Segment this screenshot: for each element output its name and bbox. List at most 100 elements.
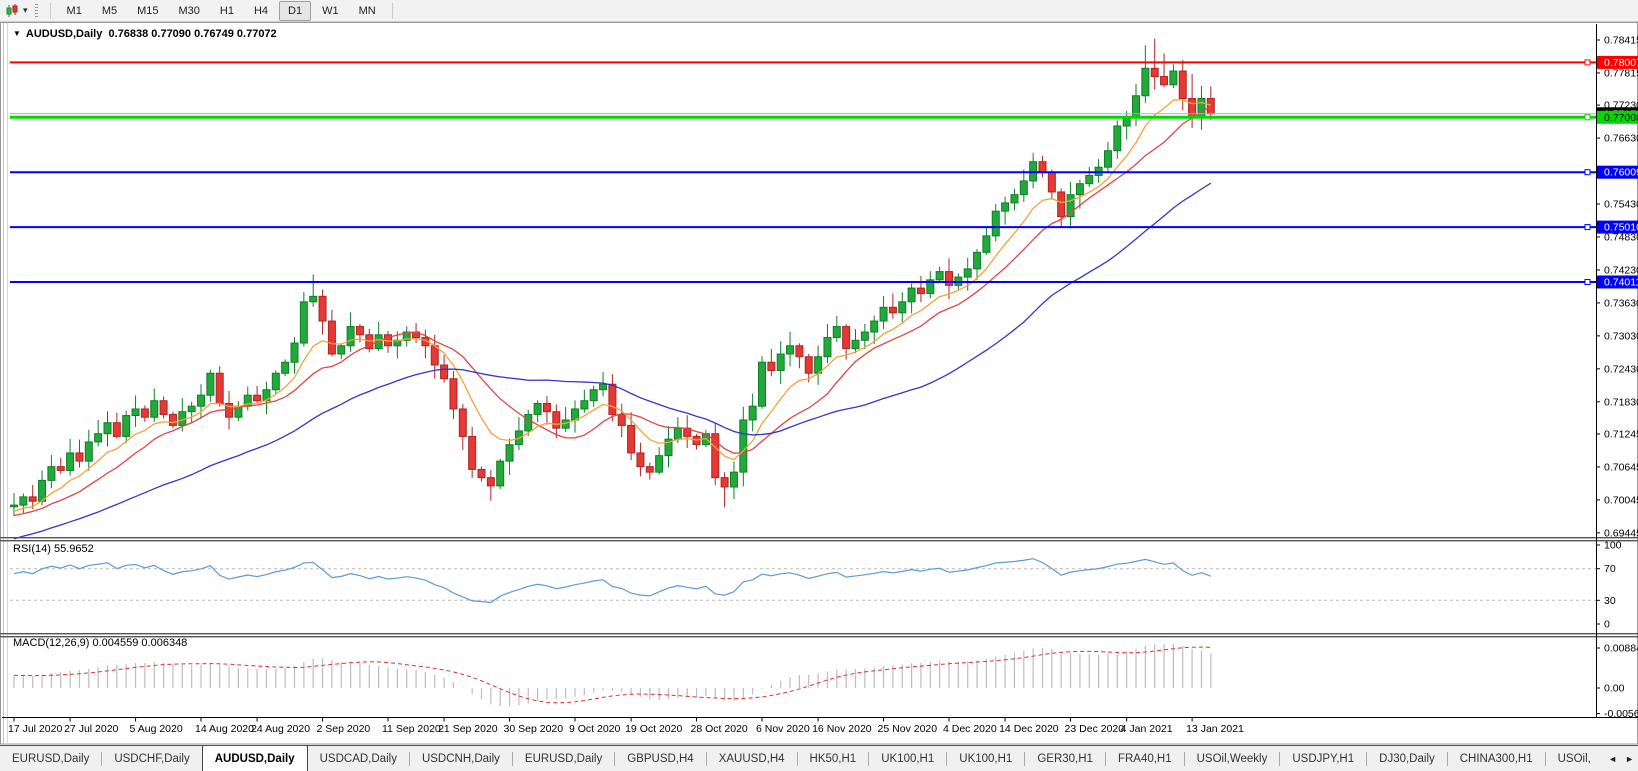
chart-tab-uk100-h1[interactable]: UK100,H1 (947, 746, 1024, 771)
candlestick-chart-icon[interactable] (2, 3, 22, 19)
candle-body (327, 320, 336, 355)
candle-body (533, 402, 542, 415)
candle-body (720, 477, 729, 488)
candle-body (758, 361, 766, 407)
candle-body (1160, 76, 1169, 86)
candle-body (795, 345, 804, 358)
candle-body (1197, 98, 1206, 119)
rsi-axis-label: 30 (1604, 595, 1616, 607)
candle-body (168, 413, 177, 426)
candle-body (599, 383, 608, 391)
timeframe-button-h1[interactable]: H1 (211, 1, 243, 21)
candle-body (75, 452, 84, 462)
chart-tab-xauusd-h4[interactable]: XAUUSD,H4 (707, 746, 797, 771)
panel-separator (0, 633, 1638, 635)
timeframe-button-h4[interactable]: H4 (245, 1, 277, 21)
chart-tab-china300-h1[interactable]: CHINA300,H1 (1448, 746, 1545, 771)
candle-body (767, 361, 776, 371)
timeframe-button-m15[interactable]: M15 (128, 1, 167, 21)
candle-body (1001, 202, 1010, 212)
candle-body (440, 364, 449, 380)
date-axis-label: 30 Sep 2020 (504, 723, 564, 735)
candle-body (673, 427, 682, 440)
candle-body (1103, 150, 1112, 168)
candle-body (1206, 98, 1215, 115)
candle-body (589, 389, 598, 402)
resistance-line-red-handle[interactable] (1584, 59, 1591, 66)
date-axis-label: 9 Oct 2020 (569, 723, 621, 735)
chart-tab-dj30-daily[interactable]: DJ30,Daily (1367, 746, 1447, 771)
candle-body (28, 496, 37, 502)
candle-body (636, 452, 645, 468)
support-line-blue-1-handle[interactable] (1584, 169, 1591, 176)
candle-body (346, 326, 355, 347)
candle-body (318, 295, 327, 322)
macd-values: 0.004559 0.006348 (92, 637, 188, 649)
candle-body (47, 466, 56, 481)
timeframe-button-mn[interactable]: MN (350, 1, 385, 21)
candle-body (1075, 183, 1084, 196)
candle-body (122, 415, 131, 437)
candle-body (299, 301, 308, 344)
support-line-green-handle[interactable] (1584, 114, 1591, 121)
chart-tab-usdjpy-h1[interactable]: USDJPY,H1 (1280, 746, 1366, 771)
price-axis-label: 0.73030 (1604, 330, 1638, 342)
candle-body (1188, 98, 1197, 119)
macd-axis-label: 0.00 (1604, 683, 1625, 695)
chart-window-frame (0, 22, 1638, 745)
support-line-blue-3-handle[interactable] (1584, 278, 1591, 285)
candle-body (1057, 191, 1066, 218)
date-axis-label: 17 Jul 2020 (8, 723, 62, 735)
toolbar-grip[interactable] (34, 3, 38, 18)
chart-tab-hk50-h1[interactable]: HK50,H1 (798, 746, 869, 771)
chart-tab-usoil-weekly[interactable]: USOil,Weekly (1185, 746, 1280, 771)
chart-tab-bar: EURUSD,Daily USDCHF,Daily AUDUSD,Daily USDC… (0, 745, 1638, 771)
timeframe-button-d1[interactable]: D1 (279, 0, 312, 21)
candle-body (870, 320, 879, 333)
chart-tab-usoil-[interactable]: USOil, (1546, 746, 1603, 771)
chart-tab-uk100-h1[interactable]: UK100,H1 (869, 746, 946, 771)
chart-tab-ger30-h1[interactable]: GER30,H1 (1025, 746, 1105, 771)
tab-scroll-right-icon[interactable]: ► (1621, 752, 1638, 766)
candle-body (496, 460, 505, 487)
candle-body (776, 353, 785, 371)
chart-tab-gbpusd-h4[interactable]: GBPUSD,H4 (615, 746, 705, 771)
candle-body (879, 306, 888, 322)
timeframe-button-m1[interactable]: M1 (58, 1, 91, 21)
timeframe-button-w1[interactable]: W1 (313, 1, 348, 21)
candle-body (290, 342, 299, 363)
chart-tab-eurusd-daily[interactable]: EURUSD,Daily (0, 746, 101, 771)
price-axis-label: 0.70645 (1604, 461, 1638, 473)
candle-body (542, 402, 551, 413)
collapse-marker-icon[interactable]: ▼ (13, 29, 21, 38)
chart-tab-usdchf-daily[interactable]: USDCHF,Daily (102, 746, 201, 771)
chart-area[interactable]: 0.784150.778150.772300.766300.754300.748… (0, 22, 1638, 745)
chart-tab-usdcad-daily[interactable]: USDCAD,Daily (308, 746, 409, 771)
chart-tab-fra40-h1[interactable]: FRA40,H1 (1106, 746, 1184, 771)
chart-tab-audusd-daily[interactable]: AUDUSD,Daily (201, 746, 308, 771)
chart-tab-usdcnh-daily[interactable]: USDCNH,Daily (410, 746, 512, 771)
price-axis-label: 0.76630 (1604, 133, 1638, 145)
rsi-axis-label: 70 (1604, 563, 1616, 575)
date-axis-label: 2 Sep 2020 (317, 723, 371, 735)
rsi-value: 55.9652 (53, 543, 94, 555)
chart-tab-eurusd-daily[interactable]: EURUSD,Daily (513, 746, 614, 771)
support-line-blue-2-handle[interactable] (1584, 224, 1591, 231)
tab-scroll-left-icon[interactable]: ◄ (1604, 752, 1621, 766)
chart-ohlc-values: 0.76838 0.77090 0.76749 0.77072 (108, 28, 277, 40)
panel-separator (0, 636, 1638, 638)
timeframe-button-m5[interactable]: M5 (93, 1, 126, 21)
candle-body (84, 441, 93, 462)
chart-type-dropdown-caret[interactable]: ▾ (23, 5, 28, 16)
toolbar-separator-2 (391, 2, 393, 19)
candle-body (916, 287, 925, 295)
candle-body (337, 345, 346, 355)
candle-body (215, 372, 224, 404)
macd-axis-label: -0.00565 (1604, 708, 1638, 720)
candle-body (1113, 125, 1122, 152)
rsi-axis-label: 0 (1604, 619, 1610, 631)
candle-body (888, 306, 897, 314)
timeframe-button-m30[interactable]: M30 (170, 1, 209, 21)
candle-body (1122, 117, 1131, 127)
timeframe-buttons: M1 M5 M15 M30 H1 H4 D1 W1 MN (57, 0, 386, 21)
